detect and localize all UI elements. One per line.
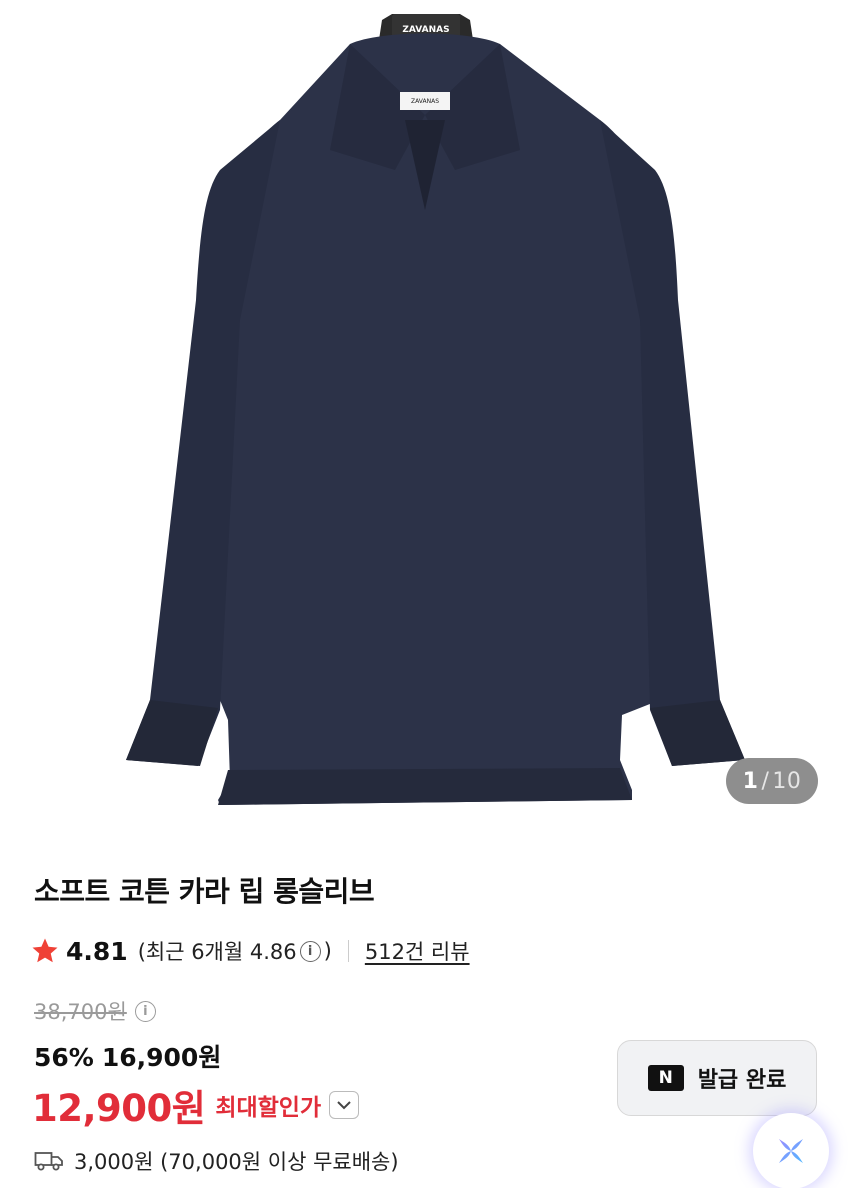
rating-value: 4.81 [66, 936, 128, 966]
coupon-label: 발급 완료 [697, 1068, 787, 1093]
shipping-info: 3,000원 (70,000원 이상 무료배송) [74, 1150, 399, 1174]
discount-rate: 56% [34, 1043, 94, 1072]
star-icon [32, 938, 58, 963]
product-image-gallery[interactable]: ZAVANAS ZAVANAS 1 / 10 [0, 0, 850, 842]
ai-assistant-button[interactable] [753, 1113, 829, 1188]
review-count-link[interactable]: 512건 리뷰 [365, 936, 470, 966]
truck-icon [34, 1152, 63, 1171]
original-price-row: 38,700원 i [34, 996, 159, 1026]
info-icon[interactable]: i [134, 1000, 156, 1022]
max-discount-row: 12,900원 최대할인가 [32, 1078, 360, 1132]
info-icon[interactable]: i [299, 940, 321, 962]
recent-rating-text: (최근 6개월 4.86 [137, 940, 297, 964]
max-discount-price: 12,900원 [32, 1087, 206, 1130]
chevron-down-icon [337, 1100, 351, 1109]
sparkle-icon [779, 1139, 803, 1163]
image-counter-current: 1 [742, 768, 759, 794]
max-discount-toggle[interactable] [329, 1091, 360, 1119]
max-discount-label: 최대할인가 [215, 1095, 322, 1121]
shipping-row: 3,000원 (70,000원 이상 무료배송) [34, 1146, 399, 1176]
rating-row: 4.81 (최근 6개월 4.86 i ) 512건 리뷰 [30, 932, 470, 970]
sale-price: 16,900원 [101, 1043, 222, 1072]
product-title: 소프트 코튼 카라 립 롱슬리브 [34, 875, 375, 908]
image-counter: 1 / 10 [726, 758, 818, 804]
coupon-issued-button[interactable]: N 발급 완료 [617, 1040, 817, 1116]
recent-rating-close: ) [323, 939, 332, 963]
recent-rating: (최근 6개월 4.86 i ) [138, 936, 332, 966]
image-counter-separator: / [761, 768, 770, 794]
naver-n-icon: N [647, 1065, 684, 1091]
product-image: ZAVANAS ZAVANAS [126, 14, 745, 805]
original-price: 38,700원 [34, 1000, 127, 1024]
divider [347, 940, 349, 962]
sale-price-row: 56% 16,900원 [34, 1038, 221, 1074]
hanger-brand: ZAVANAS [402, 25, 449, 35]
neck-tag-brand: ZAVANAS [411, 98, 439, 105]
image-counter-total: 10 [772, 768, 802, 794]
